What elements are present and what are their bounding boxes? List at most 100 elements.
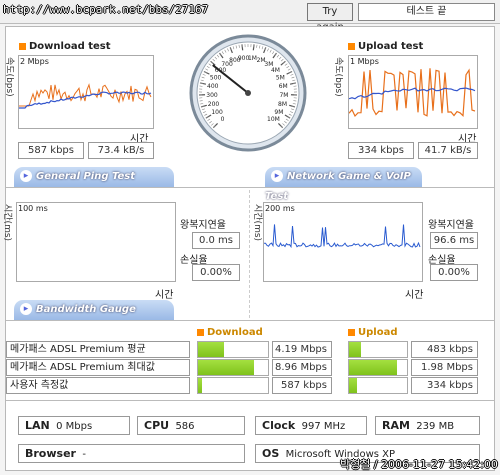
- game-chart: [263, 202, 423, 282]
- upload-kbps: 334 kbps: [348, 142, 414, 159]
- upload-bar-fill: [349, 378, 358, 393]
- ram-label: RAM: [382, 419, 410, 432]
- upload-bar: [348, 359, 408, 376]
- download-bar-fill: [198, 360, 254, 375]
- download-bar: [197, 341, 269, 358]
- ping-ylabel: 시간(ms): [2, 204, 12, 242]
- download-value: 8.96 Mbps: [272, 359, 332, 376]
- gauge-tick-label: 0: [221, 116, 225, 123]
- browser-value: -: [82, 449, 86, 460]
- bullet-icon: [197, 328, 204, 336]
- url-text: http://www.bcpark.net/bbs/27167: [3, 3, 209, 16]
- ram-info: RAM 239 MB: [375, 416, 480, 435]
- gauge-tick-label: 6M: [279, 83, 288, 90]
- bullet-icon: [19, 42, 26, 50]
- os-label: OS: [262, 447, 280, 460]
- game-rtt-value: 96.6 ms: [430, 232, 478, 249]
- tab-network-game[interactable]: ▸ Network Game & VoIP Test: [265, 167, 422, 202]
- divider: [6, 320, 494, 321]
- arrow-icon: ▸: [20, 303, 32, 315]
- download-title-text: Download test: [29, 41, 111, 52]
- upload-title: Upload test: [348, 41, 423, 52]
- bandwidth-upload-header-text: Upload: [358, 327, 398, 338]
- bandwidth-row-label: 메가패스 ADSL Premium 최대값: [6, 359, 190, 376]
- upload-bar-fill: [349, 360, 397, 375]
- game-scale: 200 ms: [265, 204, 295, 213]
- download-bar-fill: [198, 342, 224, 357]
- download-value: 4.19 Mbps: [272, 341, 332, 358]
- bandwidth-download-header-text: Download: [207, 327, 263, 338]
- bandwidth-download-header: Download: [197, 327, 263, 338]
- gauge-tick-label: 300: [206, 92, 218, 99]
- test-status: 테스트 끝: [358, 3, 495, 21]
- arrow-icon: ▸: [20, 170, 32, 182]
- ping-loss-value: 0.00%: [192, 264, 240, 281]
- vertical-divider: [249, 190, 250, 318]
- clock-label: Clock: [262, 419, 296, 432]
- download-chart: [18, 55, 154, 129]
- try-again-button[interactable]: Try again: [307, 3, 353, 33]
- gauge-tick-label: 9M: [274, 109, 283, 116]
- download-ylabel: 속도(bps): [4, 57, 14, 97]
- gauge-hub: [245, 90, 251, 96]
- bandwidth-row-label: 사용자 측정값: [6, 377, 190, 394]
- gauge-tick-label: 10M: [267, 116, 280, 123]
- ping-chart: [16, 202, 176, 282]
- upload-scale: 1 Mbps: [350, 57, 379, 66]
- lan-info: LAN 0 Mbps: [18, 416, 130, 435]
- bandwidth-upload-header: Upload: [348, 327, 397, 338]
- speed-gauge: 01002003004005006007008009001M2M3M4M5M6M…: [189, 34, 307, 152]
- tab-bandwidth-gauge[interactable]: ▸ Bandwidth Gauge: [14, 300, 174, 320]
- lan-label: LAN: [25, 419, 50, 432]
- upload-value: 1.98 Mbps: [411, 359, 478, 376]
- divider: [6, 187, 494, 188]
- download-bar: [197, 377, 269, 394]
- browser-info: Browser -: [18, 444, 245, 463]
- upload-ylabel: 속도(bps): [333, 57, 343, 97]
- gauge-tick-label: 100: [211, 109, 223, 116]
- upload-value: 483 kbps: [411, 341, 478, 358]
- tab-bandwidth-label: Bandwidth Gauge: [36, 304, 136, 315]
- upload-bar: [348, 341, 408, 358]
- ram-value: 239 MB: [416, 421, 455, 432]
- download-title: Download test: [19, 41, 111, 52]
- ping-xlabel: 시간: [155, 290, 174, 301]
- upload-title-text: Upload test: [358, 41, 424, 52]
- upload-chart-svg: [348, 68, 476, 118]
- divider: [6, 400, 494, 401]
- game-trace: [264, 224, 421, 249]
- bullet-icon: [348, 328, 355, 336]
- cpu-label: CPU: [144, 419, 170, 432]
- gauge-tick-label: 400: [207, 83, 219, 90]
- browser-label: Browser: [25, 447, 76, 460]
- upload-chart: [348, 55, 478, 129]
- bandwidth-row-label: 메가패스 ADSL Premium 평균: [6, 341, 190, 358]
- clock-info: Clock 997 MHz: [255, 416, 367, 435]
- gauge-tick-label: 200: [208, 101, 220, 108]
- tab-general-ping[interactable]: ▸ General Ping Test: [14, 167, 174, 187]
- upload-trace: [348, 68, 476, 118]
- game-chart-svg: [264, 224, 421, 249]
- gauge-tick-label: 8M: [278, 101, 287, 108]
- cpu-value: 586: [175, 421, 195, 432]
- gauge-tick-label: 4M: [271, 67, 280, 74]
- ping-rtt-label: 왕복지연율: [180, 220, 226, 231]
- arrow-icon: ▸: [271, 170, 283, 182]
- download-scale: 2 Mbps: [20, 57, 49, 66]
- download-kBs: 73.4 kB/s: [88, 142, 154, 159]
- gauge-tick-label: 7M: [279, 92, 288, 99]
- download-kbps: 587 kbps: [18, 142, 84, 159]
- upload-value: 334 kbps: [411, 377, 478, 394]
- game-loss-value: 0.00%: [430, 264, 478, 281]
- download-bar-fill: [198, 378, 203, 393]
- download-chart-svg: [19, 83, 152, 109]
- cpu-info: CPU 586: [137, 416, 245, 435]
- upload-bar: [348, 377, 408, 394]
- upload-bar-fill: [349, 342, 361, 357]
- gauge-tick-label: 500: [210, 75, 222, 82]
- gauge-tick-label: 5M: [276, 75, 285, 82]
- ping-rtt-value: 0.0 ms: [192, 232, 240, 249]
- bullet-icon: [348, 42, 355, 50]
- lan-value: 0 Mbps: [56, 421, 93, 432]
- upload-kBs: 41.7 kB/s: [418, 142, 478, 159]
